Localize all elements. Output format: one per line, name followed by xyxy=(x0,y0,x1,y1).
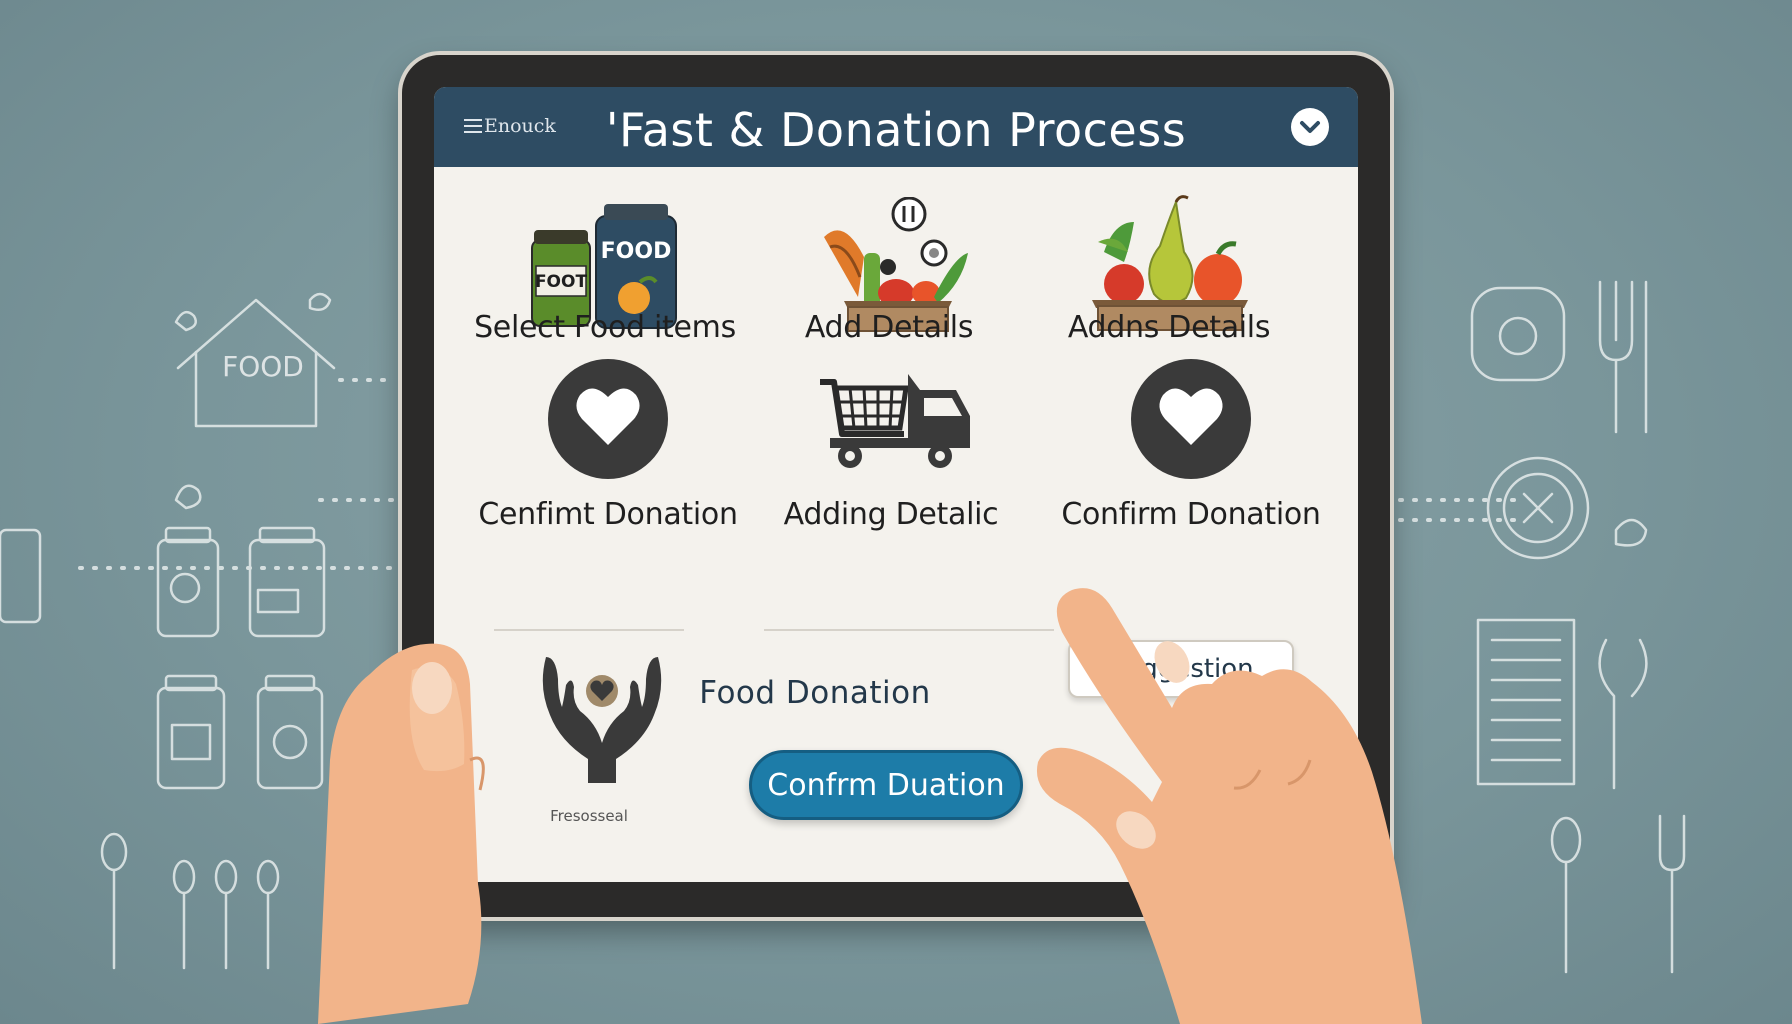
giving-hands-graphic xyxy=(534,647,670,787)
plate-doodles-icon xyxy=(1470,286,1590,560)
hamburger-menu-icon xyxy=(464,119,482,133)
app-screen: Enouck 'Fast & Donation Process FOOT FOO… xyxy=(434,87,1358,882)
chevron-down-icon xyxy=(1300,121,1320,133)
jar-label-foot: FOOT xyxy=(535,272,588,292)
fork-doodles-icon xyxy=(1550,280,1686,974)
step-label-addns-details: Addns Details xyxy=(1067,310,1271,345)
spoon-doodles-icon xyxy=(100,292,332,970)
section-divider-right xyxy=(764,629,1054,631)
giving-hands-icon xyxy=(542,657,662,783)
hands-caption: Fresosseal xyxy=(550,807,628,825)
page-title: 'Fast & Donation Process xyxy=(605,103,1187,157)
step-label-add-details: Add Details xyxy=(804,310,974,345)
app-header: Enouck 'Fast & Donation Process xyxy=(434,87,1358,167)
menu-button[interactable]: Enouck xyxy=(464,111,556,141)
step-label-cenfimt-donation: Cenfimt Donation xyxy=(478,497,738,532)
header-dropdown-button[interactable] xyxy=(1291,108,1329,146)
food-donation-text: Food Donation xyxy=(699,675,931,711)
menu-card-doodle-icon xyxy=(1476,618,1576,786)
step-5-card[interactable] xyxy=(820,372,970,472)
house-food-label: FOOD xyxy=(222,350,304,383)
step-label-select-food: Select Food items xyxy=(474,310,736,345)
suggestion-button[interactable]: Suggestion xyxy=(1068,640,1294,698)
section-divider-left xyxy=(494,629,684,631)
menu-label: Enouck xyxy=(484,115,556,137)
heart-circle-icon xyxy=(548,359,668,479)
heart-circle-icon xyxy=(1131,359,1251,479)
delivery-truck-icon xyxy=(820,374,970,468)
step-4-card[interactable] xyxy=(546,357,670,481)
confirm-donation-button[interactable]: Confrm Duation xyxy=(749,750,1023,820)
step-6-card[interactable] xyxy=(1129,357,1253,481)
step-label-confirm-donation: Confirm Donation xyxy=(1061,497,1321,532)
jar-label-food: FOOD xyxy=(601,239,672,264)
step-label-adding-detalic: Adding Detalic xyxy=(783,497,999,532)
